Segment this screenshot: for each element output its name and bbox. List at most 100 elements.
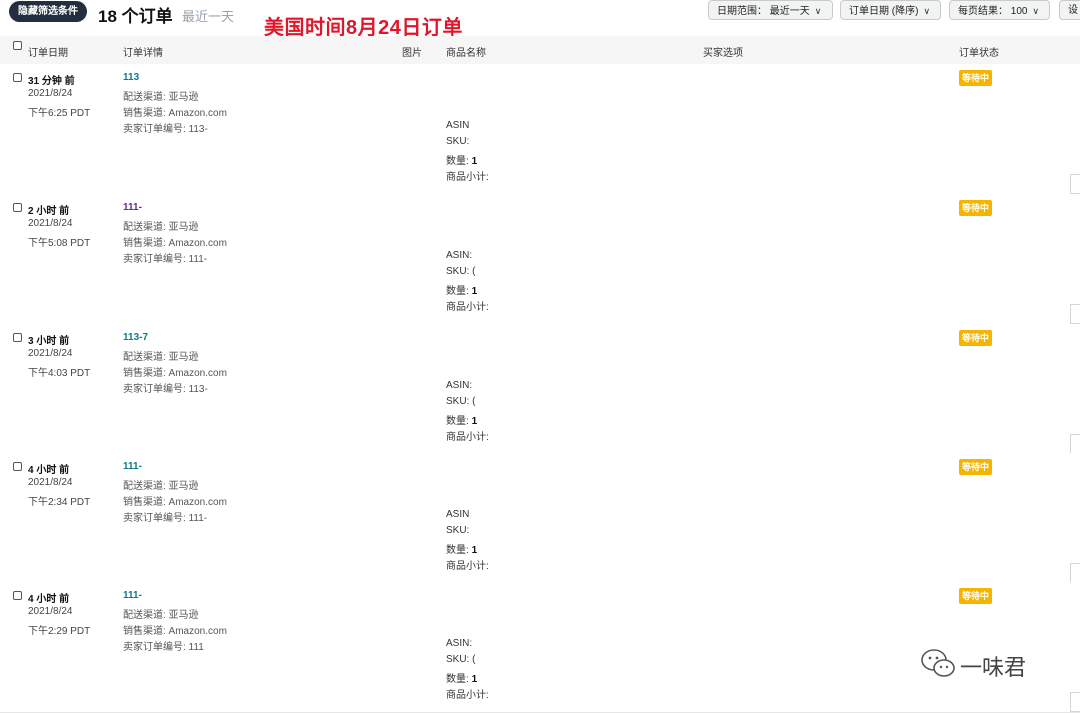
order-count: 18 个订单 [98, 7, 173, 26]
quantity-value: 1 [471, 156, 478, 167]
per-page-label: 每页结果： 100 [958, 6, 1028, 17]
wechat-icon [921, 649, 955, 677]
product-quantity: 数量: 1 [446, 541, 477, 556]
seller-order-number: 卖家订单编号: 113- [123, 124, 208, 135]
order-time: 下午2:29 PDT [28, 626, 91, 637]
sales-channel: 销售渠道: Amazon.com [123, 626, 227, 637]
product-asin: ASIN: [446, 250, 473, 261]
order-number-link[interactable]: 113 [123, 72, 139, 83]
product-subtotal: 商品小计: [446, 432, 489, 443]
header-order-date[interactable]: 订单日期 [28, 44, 68, 59]
product-asin: ASIN [446, 509, 470, 520]
order-time: 下午2:34 PDT [28, 497, 91, 508]
range-hint: 最近一天 [182, 9, 235, 24]
order-age: 4 小时 前 [28, 465, 70, 476]
row-checkbox[interactable] [13, 203, 22, 212]
per-page-dropdown[interactable]: 每页结果： 100 ∨ [949, 0, 1050, 20]
watermark-text: 一味君 [960, 656, 1027, 681]
seller-order-number: 卖家订单编号: 113- [123, 384, 208, 395]
quantity-value: 1 [471, 674, 478, 685]
toolbar: 隐藏筛选条件 18 个订单 最近一天 美国时间8月24日订单 日期范围： 最近一… [0, 0, 1080, 39]
product-quantity: 数量: 1 [446, 282, 477, 297]
quantity-label: 数量: [446, 416, 472, 427]
order-age: 31 分钟 前 [28, 76, 75, 87]
order-number-link[interactable]: 113-7 [123, 332, 148, 343]
status-badge: 等待中 [959, 330, 993, 346]
row-action-button[interactable] [1070, 434, 1080, 454]
chevron-down-icon: ∨ [923, 6, 931, 16]
date-range-dropdown[interactable]: 日期范围： 最近一天 ∨ [708, 0, 833, 20]
header-order-details: 订单详情 [123, 48, 163, 59]
seller-order-number: 卖家订单编号: 111- [123, 254, 208, 265]
sales-channel: 销售渠道: Amazon.com [123, 368, 227, 379]
quantity-value: 1 [471, 286, 478, 297]
sort-label: 订单日期 (降序) [849, 6, 919, 17]
product-subtotal: 商品小计: [446, 561, 489, 572]
order-date: 2021/8/24 [28, 218, 73, 229]
product-quantity: 数量: 1 [446, 670, 477, 685]
product-subtotal: 商品小计: [446, 690, 489, 701]
quantity-value: 1 [471, 545, 478, 556]
row-checkbox[interactable] [13, 462, 22, 471]
chevron-down-icon: ∨ [1032, 6, 1040, 16]
order-date: 2021/8/24 [28, 348, 73, 359]
table-row: 2 小时 前 2021/8/24 下午5:08 PDT 111- 配送渠道: 亚马逊 销售… [0, 194, 1080, 325]
order-number-link[interactable]: 111- [123, 202, 142, 213]
product-asin: ASIN: [446, 380, 473, 391]
product-sku: SKU: [446, 525, 470, 536]
sales-channel: 销售渠道: Amazon.com [123, 497, 227, 508]
order-number-link[interactable]: 111- [123, 461, 142, 472]
settings-label: 设 [1068, 5, 1078, 16]
order-date: 2021/8/24 [28, 88, 73, 99]
order-number-link[interactable]: 111- [123, 590, 142, 601]
shipping-channel: 配送渠道: 亚马逊 [123, 352, 199, 363]
table-header: 订单日期 订单详情 图片 商品名称 买家选项 订单状态 [0, 36, 1080, 65]
sales-channel: 销售渠道: Amazon.com [123, 108, 227, 119]
shipping-channel: 配送渠道: 亚马逊 [123, 92, 199, 103]
header-product-name: 商品名称 [446, 48, 486, 59]
table-row: 4 小时 前 2021/8/24 下午2:29 PDT 111- 配送渠道: 亚马逊销售… [0, 582, 1080, 713]
row-action-button[interactable] [1070, 692, 1080, 712]
row-checkbox[interactable] [13, 333, 22, 342]
product-quantity: 数量: 1 [446, 152, 477, 167]
row-action-button[interactable] [1070, 304, 1080, 324]
date-range-label: 日期范围： 最近一天 [717, 6, 810, 17]
row-checkbox[interactable] [13, 591, 22, 600]
quantity-label: 数量: [446, 545, 472, 556]
settings-button[interactable]: 设 [1059, 0, 1080, 20]
seller-order-number: 卖家订单编号: 111- [123, 513, 208, 524]
order-date: 2021/8/24 [28, 606, 73, 617]
row-action-button[interactable] [1070, 563, 1080, 583]
seller-order-number: 卖家订单编号: 111 [123, 642, 204, 653]
hide-filters-button[interactable]: 隐藏筛选条件 [9, 1, 87, 22]
product-subtotal: 商品小计: [446, 172, 489, 183]
header-order-status: 订单状态 [959, 48, 999, 59]
row-action-button[interactable] [1070, 174, 1080, 194]
row-checkbox[interactable] [13, 73, 22, 82]
product-sku: SKU: [446, 136, 470, 147]
product-subtotal: 商品小计: [446, 302, 489, 313]
product-quantity: 数量: 1 [446, 412, 477, 427]
select-all-checkbox[interactable] [13, 41, 22, 50]
quantity-label: 数量: [446, 156, 472, 167]
product-sku: SKU: ( [446, 654, 476, 665]
order-time: 下午5:08 PDT [28, 238, 91, 249]
order-date: 2021/8/24 [28, 477, 73, 488]
table-row: 31 分钟 前 2021/8/24 下午6:25 PDT 113 配送渠道: 亚马逊 销售… [0, 64, 1080, 195]
shipping-channel: 配送渠道: 亚马逊 [123, 481, 199, 492]
product-sku: SKU: ( [446, 266, 476, 277]
order-time: 下午4:03 PDT [28, 368, 91, 379]
sort-dropdown[interactable]: 订单日期 (降序) ∨ [840, 0, 941, 20]
table-row: 4 小时 前 2021/8/24 下午2:34 PDT 111- 配送渠道: 亚马逊销售… [0, 453, 1080, 584]
order-age: 3 小时 前 [28, 336, 70, 347]
order-age: 2 小时 前 [28, 206, 70, 217]
status-badge: 等待中 [959, 588, 993, 604]
quantity-label: 数量: [446, 286, 472, 297]
status-badge: 等待中 [959, 200, 993, 216]
header-image: 图片 [402, 48, 422, 59]
order-age: 4 小时 前 [28, 594, 70, 605]
product-sku: SKU: ( [446, 396, 476, 407]
shipping-channel: 配送渠道: 亚马逊 [123, 610, 199, 621]
status-badge: 等待中 [959, 70, 993, 86]
table-row: 3 小时 前 2021/8/24 下午4:03 PDT 113-7 配送渠道: 亚马逊销… [0, 324, 1080, 455]
